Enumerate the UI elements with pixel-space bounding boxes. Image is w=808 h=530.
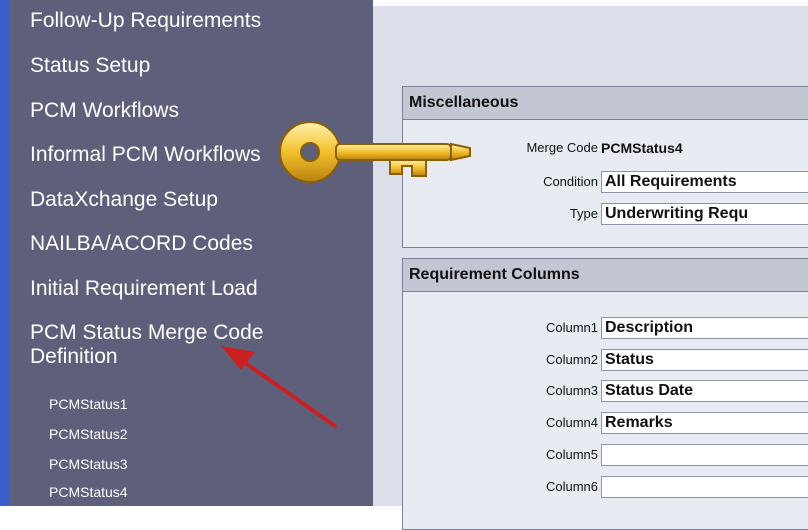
requirement-columns-panel: Requirement Columns Column1 Description …: [402, 258, 808, 530]
column1-field[interactable]: Description: [601, 317, 808, 339]
arrow-pointer-icon: [221, 346, 337, 428]
column4-field[interactable]: Remarks: [601, 412, 808, 434]
sidebar-item-initial-requirement-load[interactable]: Initial Requirement Load: [30, 277, 258, 301]
sidebar-item-pcm-workflows[interactable]: PCM Workflows: [30, 99, 179, 123]
requirement-columns-panel-title: Requirement Columns: [403, 259, 808, 292]
sidebar-subitem-pcmstatus4[interactable]: PCMStatus4: [49, 483, 128, 501]
left-accent-strip: [0, 0, 9, 506]
column4-row: Column4: [403, 412, 598, 434]
key-icon: [279, 121, 471, 183]
column5-label: Column5: [545, 447, 598, 462]
sidebar-subitem-pcmstatus3[interactable]: PCMStatus3: [49, 455, 128, 473]
merge-code-label: Merge Code: [526, 140, 598, 155]
sidebar-nav: Follow-Up Requirements Status Setup PCM …: [9, 0, 373, 506]
type-label: Type: [569, 206, 598, 221]
column3-field[interactable]: Status Date: [601, 380, 808, 402]
column1-row: Column1: [403, 317, 598, 339]
sidebar-item-nailba-acord-codes[interactable]: NAILBA/ACORD Codes: [30, 232, 253, 256]
sidebar-item-status-setup[interactable]: Status Setup: [30, 54, 150, 78]
column5-row: Column5: [403, 444, 598, 466]
type-select[interactable]: Underwriting Requ: [601, 203, 808, 225]
column5-field[interactable]: [601, 444, 808, 466]
column4-label: Column4: [545, 415, 598, 430]
sidebar-item-dataxchange-setup[interactable]: DataXchange Setup: [30, 188, 218, 212]
sidebar-item-follow-up-requirements[interactable]: Follow-Up Requirements: [30, 9, 261, 33]
column3-label: Column3: [545, 383, 598, 398]
column6-row: Column6: [403, 476, 598, 498]
merge-code-value: PCMStatus4: [601, 140, 683, 156]
column1-label: Column1: [545, 320, 598, 335]
sidebar-subitem-pcmstatus2[interactable]: PCMStatus2: [49, 425, 128, 443]
condition-label: Condition: [543, 174, 598, 189]
condition-select[interactable]: All Requirements: [601, 171, 808, 193]
column6-field[interactable]: [601, 476, 808, 498]
column2-field[interactable]: Status: [601, 349, 808, 371]
main-content: Miscellaneous Merge Code PCMStatus4 Cond…: [373, 0, 808, 530]
column3-row: Column3: [403, 380, 598, 402]
type-row: Type: [403, 203, 598, 225]
column2-row: Column2: [403, 349, 598, 371]
sidebar-item-informal-pcm-workflows[interactable]: Informal PCM Workflows: [30, 143, 261, 167]
column2-label: Column2: [545, 352, 598, 367]
column6-label: Column6: [545, 479, 598, 494]
sidebar-subitem-pcmstatus1[interactable]: PCMStatus1: [49, 395, 128, 413]
main-top-divider: [373, 0, 808, 6]
